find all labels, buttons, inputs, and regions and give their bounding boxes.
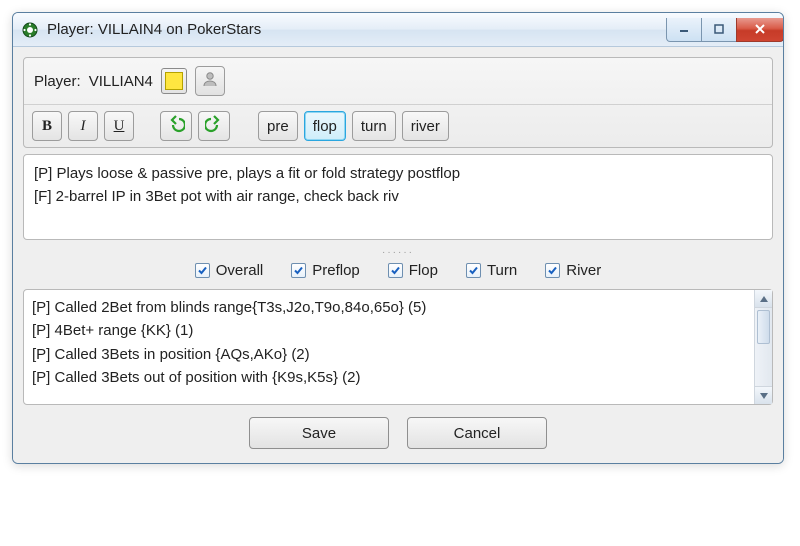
filter-flop-checkbox[interactable]: Flop (388, 262, 438, 279)
street-turn-button[interactable]: turn (352, 111, 396, 141)
note-line: [P] Plays loose & passive pre, plays a f… (34, 163, 762, 186)
checkmark-icon (195, 263, 210, 278)
filter-overall-checkbox[interactable]: Overall (195, 262, 264, 279)
street-pre-button[interactable]: pre (258, 111, 298, 141)
note-line: [F] 2-barrel IP in 3Bet pot with air ran… (34, 186, 762, 209)
filter-label: Preflop (312, 262, 360, 279)
filter-preflop-checkbox[interactable]: Preflop (291, 262, 360, 279)
redo-icon (205, 115, 223, 137)
autonotes-content[interactable]: [P] Called 2Bet from blinds range{T3s,J2… (24, 290, 754, 404)
undo-icon (167, 115, 185, 137)
scroll-thumb[interactable] (757, 310, 770, 344)
scroll-track[interactable] (755, 308, 772, 386)
window-title: Player: VILLAIN4 on PokerStars (47, 21, 666, 38)
list-item[interactable]: [P] Called 2Bet from blinds range{T3s,J2… (32, 296, 746, 319)
notes-textarea[interactable]: [P] Plays loose & passive pre, plays a f… (23, 154, 773, 240)
toolbar: B I U preflopturnriver (24, 104, 772, 147)
scroll-down-button[interactable] (755, 386, 772, 404)
player-color-button[interactable] (161, 68, 187, 94)
close-button[interactable] (736, 18, 784, 42)
maximize-button[interactable] (701, 18, 737, 42)
underline-button[interactable]: U (104, 111, 134, 141)
titlebar: Player: VILLAIN4 on PokerStars (13, 13, 783, 47)
filter-row: Overall Preflop Flop Turn River (23, 256, 773, 289)
player-label: Player: (34, 73, 81, 90)
splitter-handle[interactable]: ······ (23, 248, 773, 256)
street-river-button[interactable]: river (402, 111, 449, 141)
minimize-button[interactable] (666, 18, 702, 42)
player-notes-window: Player: VILLAIN4 on PokerStars Player: V… (12, 12, 784, 464)
save-button[interactable]: Save (249, 417, 389, 449)
filter-river-checkbox[interactable]: River (545, 262, 601, 279)
scrollbar (754, 290, 772, 404)
checkmark-icon (291, 263, 306, 278)
bold-button[interactable]: B (32, 111, 62, 141)
header-section: Player: VILLIAN4 B I U (23, 57, 773, 148)
filter-label: Flop (409, 262, 438, 279)
checkmark-icon (545, 263, 560, 278)
undo-button[interactable] (160, 111, 192, 141)
checkmark-icon (466, 263, 481, 278)
checkmark-icon (388, 263, 403, 278)
scroll-up-button[interactable] (755, 290, 772, 308)
list-item[interactable]: [P] Called 3Bets out of position with {K… (32, 366, 746, 389)
player-name: VILLIAN4 (89, 73, 153, 90)
list-item[interactable]: [P] 4Bet+ range {KK} (1) (32, 319, 746, 342)
list-item[interactable]: [P] Called 3Bets in position {AQs,AKo} (… (32, 343, 746, 366)
app-icon (21, 21, 39, 39)
filter-label: Overall (216, 262, 264, 279)
footer: Save Cancel (23, 417, 773, 449)
color-swatch-inner (165, 72, 183, 90)
client-area: Player: VILLIAN4 B I U (13, 47, 783, 463)
filter-label: River (566, 262, 601, 279)
player-profile-button[interactable] (195, 66, 225, 96)
player-row: Player: VILLIAN4 (24, 58, 772, 104)
filter-turn-checkbox[interactable]: Turn (466, 262, 517, 279)
street-flop-button[interactable]: flop (304, 111, 346, 141)
filter-label: Turn (487, 262, 517, 279)
italic-button[interactable]: I (68, 111, 98, 141)
person-icon (201, 70, 219, 92)
redo-button[interactable] (198, 111, 230, 141)
autonotes-list: [P] Called 2Bet from blinds range{T3s,J2… (23, 289, 773, 405)
cancel-button[interactable]: Cancel (407, 417, 547, 449)
